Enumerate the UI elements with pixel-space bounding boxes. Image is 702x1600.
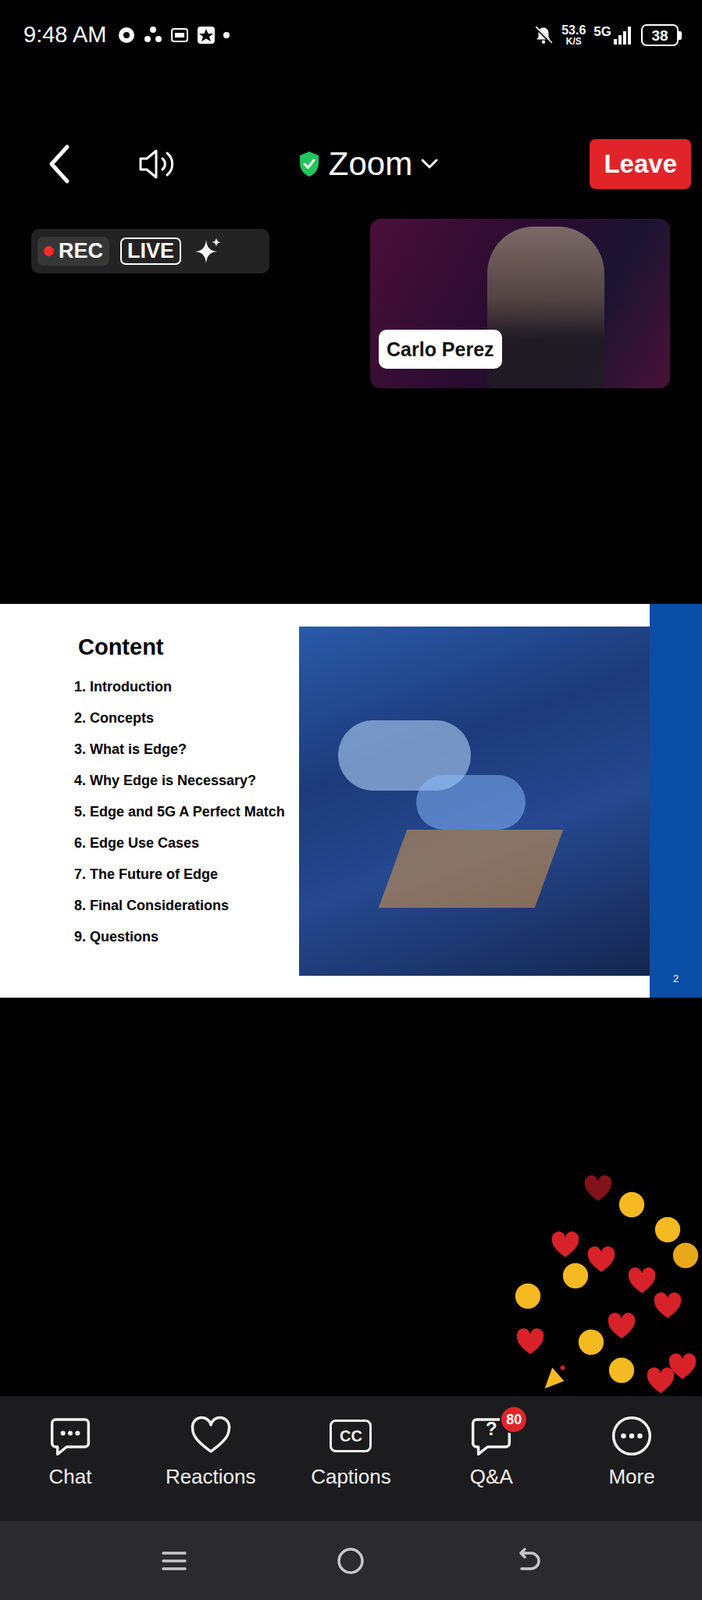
heart-reaction-icon: [583, 1173, 613, 1204]
back-icon[interactable]: [513, 1546, 542, 1575]
tool-label: Captions: [310, 1464, 392, 1489]
clap-reaction-icon: [560, 1260, 591, 1290]
leave-button[interactable]: Leave: [589, 138, 692, 189]
heart-reaction-icon: [515, 1326, 546, 1357]
chat-icon: [48, 1413, 93, 1458]
agenda-item: 6. Edge Use Cases: [74, 826, 295, 859]
heart-icon: [188, 1413, 233, 1458]
clap-reaction-icon: [616, 1189, 647, 1219]
recording-status: REC LIVE: [31, 228, 270, 274]
tool-label: More: [608, 1464, 655, 1489]
heart-reaction-icon: [627, 1265, 657, 1296]
heart-reaction-icon: [652, 1290, 683, 1321]
slide-side-bar: 2: [649, 603, 702, 998]
agenda-item: 3. What is Edge?: [74, 733, 295, 765]
shield-icon: [297, 149, 321, 179]
captions-icon: CC: [329, 1418, 372, 1452]
count-badge: 80: [499, 1404, 528, 1433]
tool-label: Q&A: [470, 1464, 514, 1489]
agenda-item: 5. Edge and 5G A Perfect Match: [74, 795, 295, 827]
party-reaction-icon: [540, 1361, 571, 1391]
more-tool-button[interactable]: More: [561, 1412, 702, 1521]
qa-tool-button[interactable]: ?80 Q&A: [420, 1412, 562, 1521]
shop-app-icon: [170, 25, 189, 45]
browser-icon: [117, 25, 136, 45]
agenda-item: 9. Questions: [74, 920, 295, 952]
more-icon: [609, 1413, 654, 1458]
bell-off-icon: [533, 24, 554, 46]
heart-tool-button[interactable]: Reactions: [140, 1412, 282, 1521]
speaker-icon[interactable]: [135, 145, 182, 183]
zoom-app: 9:48 AM 53.6 K/S 5G 38: [0, 0, 702, 1600]
home-icon[interactable]: [335, 1545, 366, 1576]
recent-apps-icon[interactable]: [160, 1548, 189, 1572]
agenda-item: 1. Introduction: [74, 670, 295, 702]
chevron-down-icon[interactable]: [420, 157, 439, 171]
more-tool-icon: [609, 1412, 655, 1458]
heart-reaction-icon: [606, 1311, 637, 1341]
agenda-item: 2. Concepts: [74, 702, 295, 734]
rec-dot: [43, 245, 54, 257]
clap-reaction-icon: [670, 1240, 701, 1270]
meeting-toolbar: Chat Reactions CC Captions ?80 Q&A More: [0, 1395, 702, 1521]
chat-tool-button[interactable]: Chat: [0, 1412, 141, 1521]
battery: 38: [641, 24, 682, 47]
more-notifications-dot: [223, 32, 230, 39]
agenda-item: 8. Final Considerations: [74, 889, 295, 921]
android-nav-bar: [0, 1520, 702, 1600]
meeting-stage: Content 1. Introduction2. Concepts3. Wha…: [0, 204, 702, 1396]
rec-indicator: REC: [37, 236, 110, 267]
back-arrow-icon[interactable]: [45, 142, 74, 186]
meeting-title[interactable]: Zoom: [297, 138, 439, 189]
star-app-icon: [196, 25, 216, 45]
clap-reaction-icon: [576, 1326, 606, 1357]
heart-reaction-icon: [645, 1365, 676, 1396]
live-indicator: LIVE: [120, 237, 182, 266]
status-bar: 9:48 AM 53.6 K/S 5G 38: [0, 0, 702, 71]
floating-reactions: [489, 1173, 702, 1396]
shared-slide: Content 1. Introduction2. Concepts3. Wha…: [0, 603, 702, 998]
share-app-icon: [143, 25, 163, 45]
qa-tool-icon: ?80: [468, 1412, 514, 1458]
meeting-top-bar: Zoom Leave: [0, 70, 702, 205]
ai-sparkle-icon[interactable]: [192, 236, 222, 267]
clock: 9:48 AM: [23, 22, 107, 48]
network-status: 5G: [593, 24, 634, 46]
tool-label: Chat: [48, 1464, 92, 1489]
clap-reaction-icon: [652, 1214, 683, 1244]
tool-label: Reactions: [165, 1464, 257, 1489]
cc-tool-icon: CC: [327, 1412, 374, 1458]
network-speed: 53.6 K/S: [561, 24, 586, 47]
cc-tool-button[interactable]: CC Captions: [281, 1412, 422, 1521]
clap-reaction-icon: [513, 1280, 543, 1311]
slide-illustration: [299, 626, 650, 976]
speaker-name-label: Carlo Perez: [378, 329, 503, 369]
chat-tool-icon: [47, 1412, 93, 1458]
speaker-video[interactable]: Carlo Perez: [370, 218, 670, 389]
slide-title: Content: [78, 633, 295, 661]
heart-tool-icon: [188, 1412, 234, 1458]
heart-reaction-icon: [550, 1229, 581, 1260]
agenda-item: 4. Why Edge is Necessary?: [74, 764, 295, 796]
agenda-item: 7. The Future of Edge: [74, 858, 295, 890]
heart-reaction-icon: [586, 1244, 617, 1275]
clap-reaction-icon: [606, 1354, 637, 1385]
slide-page-number: 2: [673, 972, 679, 985]
signal-icon: [612, 24, 634, 46]
